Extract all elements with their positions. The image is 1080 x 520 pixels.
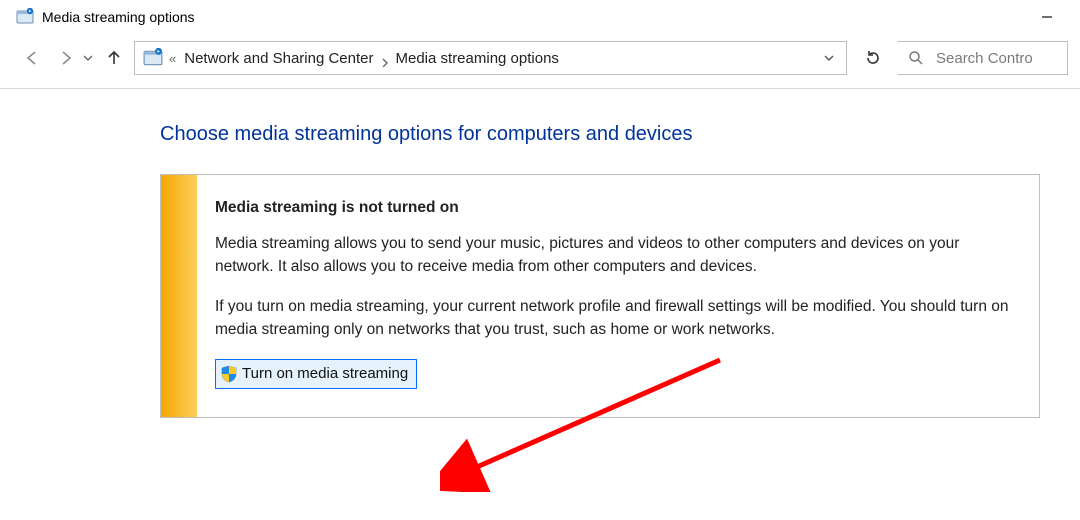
turn-on-button-label: Turn on media streaming [242, 363, 408, 385]
address-bar[interactable]: « Network and Sharing Center Media strea… [134, 41, 847, 75]
search-box[interactable] [898, 41, 1068, 75]
minimize-button[interactable] [1024, 2, 1070, 32]
warning-stripe [161, 175, 197, 417]
search-icon [908, 50, 924, 66]
up-button[interactable] [100, 44, 128, 72]
notice-panel: Media streaming is not turned on Media s… [160, 174, 1040, 418]
breadcrumb-media-streaming[interactable]: Media streaming options [396, 50, 559, 67]
breadcrumb-overflow[interactable]: « [169, 51, 176, 66]
window-title: Media streaming options [42, 9, 195, 25]
page-heading: Choose media streaming options for compu… [160, 123, 1080, 146]
forward-button[interactable] [52, 44, 80, 72]
breadcrumb-network-sharing[interactable]: Network and Sharing Center [184, 50, 373, 67]
notice-body: Media streaming is not turned on Media s… [197, 175, 1039, 417]
turn-on-media-streaming-button[interactable]: Turn on media streaming [215, 359, 417, 389]
titlebar: Media streaming options [0, 0, 1080, 34]
notice-paragraph-2: If you turn on media streaming, your cur… [215, 296, 1015, 341]
recent-locations-dropdown[interactable] [82, 44, 94, 72]
back-button[interactable] [18, 44, 46, 72]
notice-paragraph-1: Media streaming allows you to send your … [215, 233, 1015, 278]
shield-icon [220, 365, 238, 383]
refresh-button[interactable] [853, 41, 893, 75]
breadcrumb: « Network and Sharing Center Media strea… [169, 50, 814, 67]
content-area: Choose media streaming options for compu… [0, 89, 1080, 418]
location-icon [143, 48, 163, 68]
notice-title: Media streaming is not turned on [215, 197, 1015, 219]
nav-row: « Network and Sharing Center Media strea… [0, 34, 1080, 82]
address-history-dropdown[interactable] [814, 42, 842, 74]
chevron-right-icon [382, 55, 388, 61]
search-input[interactable] [934, 49, 1061, 68]
app-icon [16, 8, 34, 26]
